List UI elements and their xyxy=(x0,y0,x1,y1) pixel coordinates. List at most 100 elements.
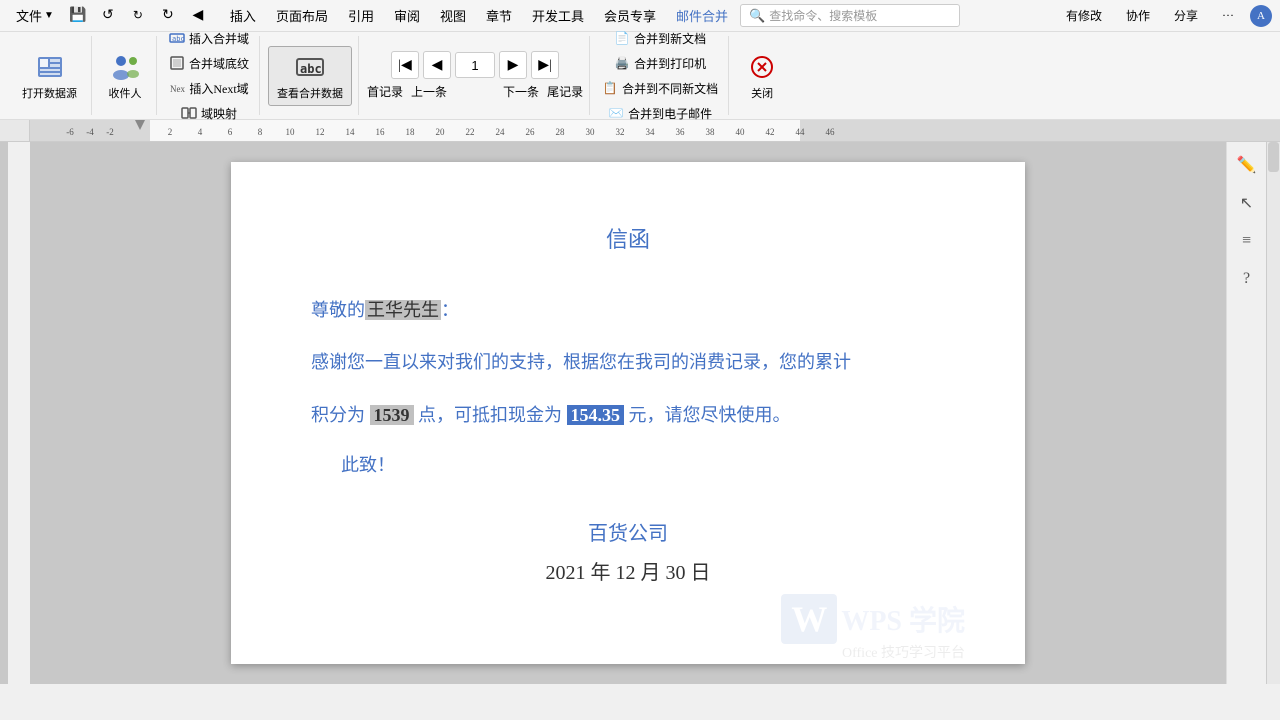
menu-mail-merge[interactable]: 邮件合并 xyxy=(668,4,736,27)
svg-text:22: 22 xyxy=(466,127,475,137)
last-label: 尾记录 xyxy=(547,83,583,100)
close-icon xyxy=(746,51,778,83)
datasource-label: 打开数据源 xyxy=(22,85,77,101)
close-label: 关闭 xyxy=(751,85,773,101)
body-mid: 点，可抵扣现金为 xyxy=(418,405,562,425)
merge-shade-icon xyxy=(169,55,185,71)
nav-back-btn[interactable]: ◀ xyxy=(186,4,210,28)
letter-greeting: 尊敬的王华先生： xyxy=(311,294,945,326)
merge-shade-btn[interactable]: 合并域底纹 xyxy=(165,53,253,74)
next-record-btn[interactable]: ▶ xyxy=(499,51,527,79)
menu-review[interactable]: 审阅 xyxy=(386,4,428,27)
recipients-label: 收件人 xyxy=(109,85,142,101)
insert-merge-field-label: 插入合并域 xyxy=(189,30,249,47)
wps-watermark: W WPS 学院 Office 技巧学习平台 xyxy=(781,594,965,644)
svg-text:14: 14 xyxy=(346,127,356,137)
redo-btn[interactable]: ↻ xyxy=(126,4,150,28)
svg-text:abc: abc xyxy=(172,35,185,43)
field-mapping-icon xyxy=(181,105,197,121)
modify-btn[interactable]: 有修改 xyxy=(1058,5,1110,26)
amount-value: 154.35 xyxy=(567,405,625,425)
svg-text:26: 26 xyxy=(526,127,536,137)
merge-print-label: 合并到打印机 xyxy=(634,55,706,72)
menu-insert[interactable]: 插入 xyxy=(222,4,264,27)
share-btn[interactable]: 分享 xyxy=(1166,5,1206,26)
insert-next-field-btn[interactable]: Next 插入Next域 xyxy=(165,78,252,99)
toolbar-group-nav: |◀ ◀ 1 ▶ ▶| 首记录 上一条 下一条 尾记录 xyxy=(361,36,590,115)
body-pre: 积分为 xyxy=(311,405,365,425)
insert-field-icon: abc xyxy=(169,30,185,46)
open-datasource-btn[interactable]: 打开数据源 xyxy=(14,47,85,105)
merge-print-icon: 🖨️ xyxy=(614,55,630,71)
svg-text:42: 42 xyxy=(766,127,775,137)
repeat-btn[interactable]: ↻ xyxy=(156,4,180,28)
menu-view[interactable]: 视图 xyxy=(432,4,474,27)
merge-to-new-doc-btn[interactable]: 📄 合并到新文档 xyxy=(610,28,710,49)
svg-text:abc: abc xyxy=(300,62,322,76)
search-icon: 🔍 xyxy=(749,8,765,24)
svg-text:24: 24 xyxy=(496,127,506,137)
file-menu-label: 文件 xyxy=(16,6,42,25)
insert-merge-field-btn[interactable]: abc 插入合并域 xyxy=(165,28,253,49)
main-toolbar: 打开数据源 收件人 abc 插入合并域 xyxy=(0,32,1280,120)
prev-record-btn[interactable]: ◀ xyxy=(423,51,451,79)
merge-diff-doc-label: 合并到不同新文档 xyxy=(622,80,718,97)
edit-tool-btn[interactable]: ✏️ xyxy=(1232,150,1262,180)
view-merge-data-btn[interactable]: abc 查看合并数据 xyxy=(268,46,352,106)
recipients-btn[interactable]: 收件人 xyxy=(100,47,150,105)
help-tool-btn[interactable]: ? xyxy=(1232,264,1262,294)
first-label: 首记录 xyxy=(367,83,403,100)
svg-text:28: 28 xyxy=(556,127,566,137)
svg-text:44: 44 xyxy=(796,127,806,137)
toolbar-group-recipients: 收件人 xyxy=(94,36,157,115)
last-record-btn[interactable]: ▶| xyxy=(531,51,559,79)
ruler-corner xyxy=(0,120,30,141)
menu-dev-tools[interactable]: 开发工具 xyxy=(524,4,592,27)
letter-body-line2: 积分为 1539 点，可抵扣现金为 154.35 元，请您尽快使用。 xyxy=(311,399,945,431)
more-btn[interactable]: ··· xyxy=(1214,6,1242,25)
toolbar-group-view-data: abc 查看合并数据 xyxy=(262,36,359,115)
menu-member[interactable]: 会员专享 xyxy=(596,4,664,27)
menu-reference[interactable]: 引用 xyxy=(340,4,382,27)
letter-body-line1: 感谢您一直以来对我们的支持，根据您在我司的消费记录，您的累计 xyxy=(311,346,945,378)
prev-label: 上一条 xyxy=(411,83,447,100)
svg-text:36: 36 xyxy=(676,127,686,137)
user-avatar[interactable]: A xyxy=(1250,5,1272,27)
letter-signature: 百货公司 xyxy=(311,517,945,546)
first-record-btn[interactable]: |◀ xyxy=(391,51,419,79)
scrollbar-thumb[interactable] xyxy=(1268,142,1279,172)
field-mapping-label: 域映射 xyxy=(201,105,237,122)
svg-text:10: 10 xyxy=(286,127,296,137)
wps-subtitle: Office 技巧学习平台 xyxy=(842,642,965,662)
save-btn[interactable]: 💾 xyxy=(66,4,90,28)
search-box[interactable]: 🔍 查找命令、搜索模板 xyxy=(740,4,960,27)
page-title: 信函 xyxy=(311,222,945,254)
merge-to-print-btn[interactable]: 🖨️ 合并到打印机 xyxy=(610,53,710,74)
selection-tool-btn[interactable]: ↖ xyxy=(1232,188,1262,218)
quick-access-toolbar: 💾 ↺ ↻ ↻ ◀ xyxy=(66,4,210,28)
recipients-icon xyxy=(109,51,141,83)
greeting-name: 王华先生 xyxy=(365,300,441,320)
svg-text:6: 6 xyxy=(228,127,233,137)
document-page: 信函 尊敬的王华先生： 感谢您一直以来对我们的支持，根据您在我司的消费记录，您的… xyxy=(231,162,1025,664)
menu-right-actions: 有修改 协作 分享 ··· A xyxy=(1058,5,1272,27)
vertical-scrollbar[interactable] xyxy=(1266,142,1280,684)
page-number-input[interactable]: 1 xyxy=(455,52,495,78)
svg-text:40: 40 xyxy=(736,127,746,137)
svg-text:-2: -2 xyxy=(106,127,114,137)
menu-page-layout[interactable]: 页面布局 xyxy=(268,4,336,27)
document-area: 信函 尊敬的王华先生： 感谢您一直以来对我们的支持，根据您在我司的消费记录，您的… xyxy=(30,142,1226,684)
collaborate-btn[interactable]: 协作 xyxy=(1118,5,1158,26)
align-tool-btn[interactable]: ≡ xyxy=(1232,226,1262,256)
menu-chapter[interactable]: 章节 xyxy=(478,4,520,27)
datasource-icon xyxy=(34,51,66,83)
merge-to-diff-doc-btn[interactable]: 📋 合并到不同新文档 xyxy=(598,78,722,99)
view-data-icon: abc xyxy=(294,51,326,83)
close-btn[interactable]: 关闭 xyxy=(737,47,787,105)
ruler-row: -6 -4 -2 2 4 6 8 10 12 14 16 18 20 22 24… xyxy=(0,120,1280,142)
letter-closing: 此致！ xyxy=(341,451,945,477)
svg-text:32: 32 xyxy=(616,127,625,137)
undo-btn[interactable]: ↺ xyxy=(96,4,120,28)
file-menu[interactable]: 文件 ▼ xyxy=(8,4,62,27)
body-end: 元，请您尽快使用。 xyxy=(629,405,791,425)
